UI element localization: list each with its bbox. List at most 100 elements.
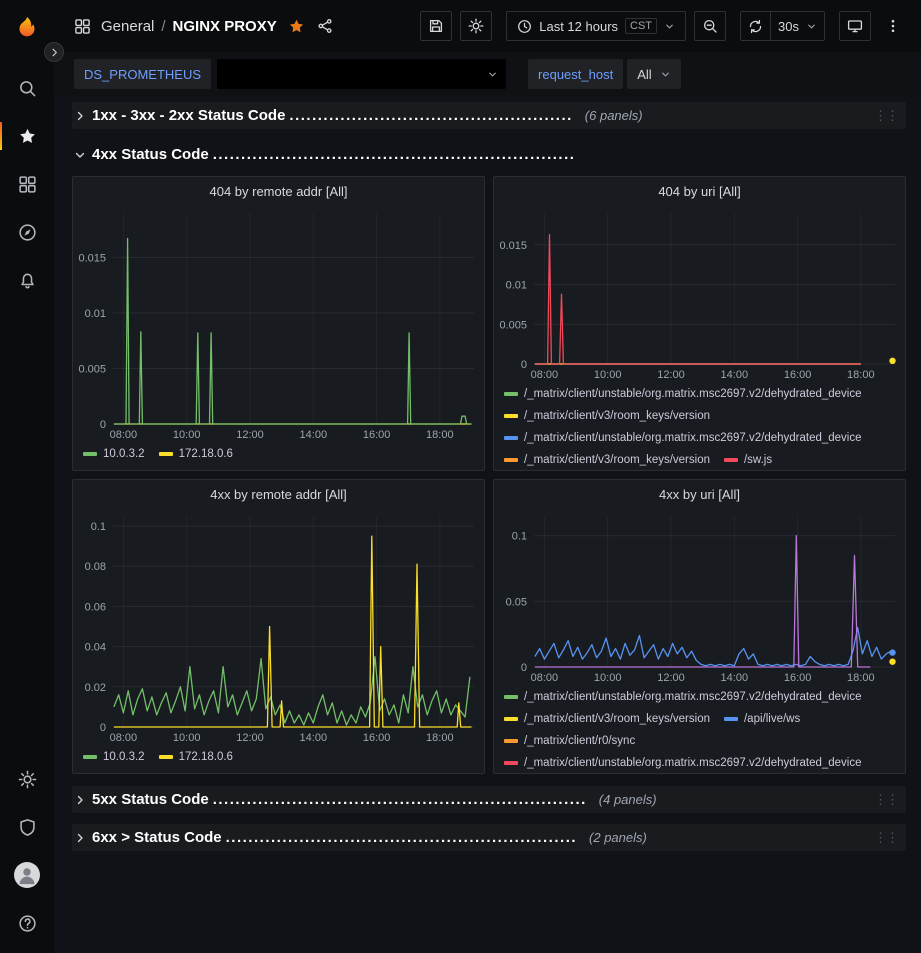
- sidebar-item-dashboards[interactable]: [7, 162, 47, 206]
- gear-icon: [18, 770, 37, 789]
- breadcrumb-section[interactable]: General: [101, 18, 154, 35]
- sidebar-item-configuration[interactable]: [7, 757, 47, 801]
- panel-title[interactable]: 4xx by uri [All]: [494, 480, 905, 508]
- legend-item[interactable]: /_matrix/client/unstable/org.matrix.msc2…: [504, 753, 862, 773]
- row-5xx-status-code[interactable]: 5xx Status Code ........................…: [72, 786, 906, 813]
- legend-item[interactable]: 172.18.0.6: [159, 444, 233, 464]
- legend-swatch: [504, 761, 518, 765]
- legend-item[interactable]: 10.0.3.2: [83, 444, 145, 464]
- sidebar-item-search[interactable]: [7, 66, 47, 110]
- sidebar-item-starred[interactable]: [7, 114, 47, 158]
- monitor-icon: [847, 18, 863, 34]
- chevron-right-icon: [74, 794, 86, 806]
- chart-404-by-remote-addr[interactable]: 08:0010:0012:0014:0016:0018:0000.0050.01…: [73, 205, 484, 442]
- row-title: 1xx - 3xx - 2xx Status Code: [92, 107, 285, 124]
- share-button[interactable]: [311, 12, 339, 40]
- row-4xx-status-code[interactable]: 4xx Status Code ........................…: [72, 141, 906, 168]
- row-1xx-3xx-2xx-status-code[interactable]: 1xx - 3xx - 2xx Status Code ............…: [72, 102, 906, 129]
- legend-swatch: [83, 452, 97, 456]
- chart-404-by-uri[interactable]: 08:0010:0012:0014:0016:0018:0000.0050.01…: [494, 205, 905, 382]
- svg-text:0.005: 0.005: [78, 364, 106, 376]
- svg-text:18:00: 18:00: [847, 672, 875, 684]
- save-icon: [428, 18, 444, 34]
- legend-item[interactable]: 172.18.0.6: [159, 747, 233, 767]
- refresh-icon: [748, 19, 763, 34]
- legend-item[interactable]: /_matrix/client/unstable/org.matrix.msc2…: [504, 687, 862, 707]
- svg-text:0.015: 0.015: [499, 240, 527, 252]
- legend-swatch: [724, 717, 738, 721]
- svg-text:10:00: 10:00: [173, 429, 201, 441]
- svg-text:08:00: 08:00: [531, 672, 559, 684]
- zoom-out-button[interactable]: [694, 11, 726, 41]
- svg-text:12:00: 12:00: [657, 369, 685, 381]
- sidebar-item-profile[interactable]: [7, 853, 47, 897]
- row-drag-handle[interactable]: ⋮⋮: [872, 792, 900, 808]
- datasource-variable-dropdown[interactable]: [217, 59, 506, 89]
- legend-swatch: [504, 392, 518, 396]
- breadcrumb-separator: /: [161, 18, 165, 35]
- question-circle-icon: [18, 914, 37, 933]
- legend-item[interactable]: 10.0.3.2: [83, 747, 145, 767]
- chart-4xx-by-remote-addr[interactable]: 08:0010:0012:0014:0016:0018:0000.020.040…: [73, 508, 484, 745]
- legend-label: /_matrix/client/v3/room_keys/version: [524, 406, 710, 426]
- sidebar-item-alerting[interactable]: [7, 258, 47, 302]
- legend-item[interactable]: /_matrix/client/v3/room_keys/version: [504, 450, 710, 470]
- row-title: 6xx > Status Code: [92, 829, 222, 846]
- refresh-interval-value: 30s: [778, 19, 799, 34]
- sidebar-item-help[interactable]: [7, 901, 47, 945]
- legend-item[interactable]: /api/live/ws: [724, 709, 800, 729]
- row-title-dots: ........................................…: [226, 829, 577, 846]
- star-filled-icon: [288, 18, 305, 35]
- datasource-variable-label[interactable]: DS_PROMETHEUS: [74, 59, 211, 89]
- time-picker-button[interactable]: Last 12 hours CST: [506, 11, 686, 41]
- legend-item[interactable]: /_matrix/client/unstable/org.matrix.msc2…: [504, 428, 862, 448]
- grafana-app: General / NGINX PROXY Last 12 hours CST: [0, 0, 921, 953]
- panel-title[interactable]: 404 by uri [All]: [494, 177, 905, 205]
- search-icon: [18, 79, 37, 98]
- svg-text:14:00: 14:00: [300, 732, 328, 744]
- refresh-button[interactable]: [740, 11, 770, 41]
- avatar: [14, 862, 40, 888]
- legend-item[interactable]: /sw.js: [724, 450, 772, 470]
- more-options-button[interactable]: [879, 12, 907, 40]
- grafana-logo[interactable]: [10, 10, 44, 44]
- panel-grid: 404 by remote addr [All] 08:0010:0012:00…: [72, 176, 906, 774]
- svg-text:10:00: 10:00: [594, 672, 622, 684]
- legend-item[interactable]: /_matrix/client/v3/room_keys/version: [504, 709, 710, 729]
- sidebar-item-server-admin[interactable]: [7, 805, 47, 849]
- svg-text:0.1: 0.1: [91, 521, 106, 533]
- svg-text:0: 0: [521, 662, 527, 674]
- svg-text:0.02: 0.02: [85, 682, 106, 694]
- panel-title[interactable]: 4xx by remote addr [All]: [73, 480, 484, 508]
- panel-title[interactable]: 404 by remote addr [All]: [73, 177, 484, 205]
- legend-swatch: [83, 755, 97, 759]
- legend-item[interactable]: /_matrix/client/r0/sync: [504, 731, 635, 751]
- sidebar-collapse-button[interactable]: [44, 42, 64, 62]
- save-dashboard-button[interactable]: [420, 11, 452, 41]
- panel-4xx-by-uri: 4xx by uri [All] 08:0010:0012:0014:0016:…: [493, 479, 906, 774]
- svg-text:0.1: 0.1: [512, 531, 527, 543]
- shield-icon: [18, 818, 37, 837]
- svg-text:0.06: 0.06: [85, 601, 106, 613]
- svg-text:16:00: 16:00: [784, 672, 812, 684]
- sidebar: [0, 0, 54, 953]
- sidebar-item-explore[interactable]: [7, 210, 47, 254]
- request-host-variable-label[interactable]: request_host: [528, 59, 623, 89]
- dashboard-settings-button[interactable]: [460, 11, 492, 41]
- refresh-interval-dropdown[interactable]: 30s: [770, 11, 825, 41]
- legend-swatch: [159, 452, 173, 456]
- favorite-star-button[interactable]: [283, 12, 311, 40]
- chart-4xx-by-uri[interactable]: 08:0010:0012:0014:0016:0018:0000.050.1: [494, 508, 905, 685]
- svg-text:16:00: 16:00: [363, 732, 391, 744]
- legend-swatch: [504, 739, 518, 743]
- cycle-view-button[interactable]: [839, 11, 871, 41]
- legend-item[interactable]: /_matrix/client/v3/room_keys/version: [504, 406, 710, 426]
- row-6xx-status-code[interactable]: 6xx > Status Code ......................…: [72, 824, 906, 851]
- row-drag-handle[interactable]: ⋮⋮: [872, 830, 900, 846]
- legend-swatch: [504, 414, 518, 418]
- row-drag-handle[interactable]: ⋮⋮: [872, 108, 900, 124]
- request-host-variable-dropdown[interactable]: All: [627, 59, 680, 89]
- row-panel-count: (2 panels): [589, 830, 647, 845]
- dashboards-grid-icon: [18, 175, 37, 194]
- legend-item[interactable]: /_matrix/client/unstable/org.matrix.msc2…: [504, 384, 862, 404]
